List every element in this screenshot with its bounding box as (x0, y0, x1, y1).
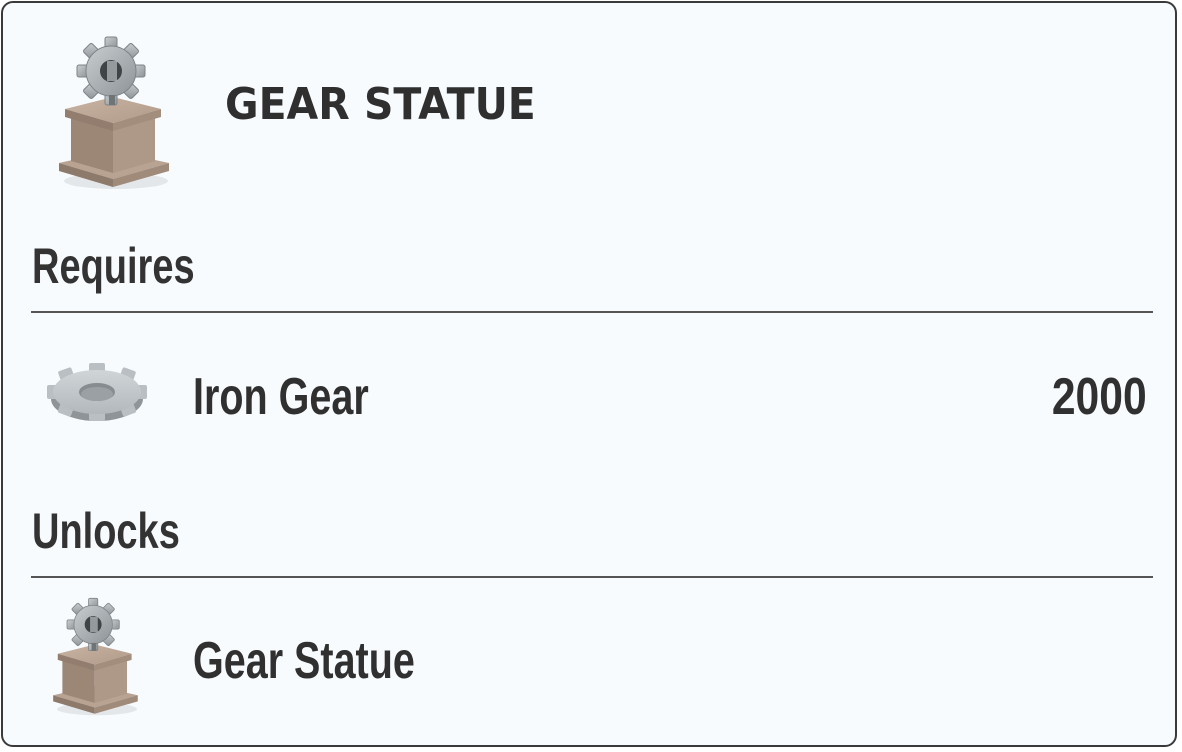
item-info-card: GEAR STATUE Requires Iron Gear 2000 Unlo… (1, 1, 1177, 747)
requirement-row: Iron Gear 2000 (3, 323, 1175, 463)
unlocks-heading: Unlocks (32, 503, 180, 559)
requires-divider (31, 311, 1153, 313)
gear-statue-icon (59, 36, 169, 189)
unlocks-divider (31, 576, 1153, 578)
iron-gear-icon (47, 363, 147, 421)
unlock-row: Gear Statue (3, 585, 1175, 735)
card-header: GEAR STATUE (3, 3, 1175, 203)
unlock-label: Gear Statue (193, 632, 415, 690)
requirement-quantity: 2000 (1052, 368, 1147, 426)
requires-heading: Requires (32, 238, 195, 294)
requirement-label: Iron Gear (193, 368, 369, 426)
gear-statue-icon (53, 597, 138, 716)
item-title: GEAR STATUE (225, 79, 536, 130)
